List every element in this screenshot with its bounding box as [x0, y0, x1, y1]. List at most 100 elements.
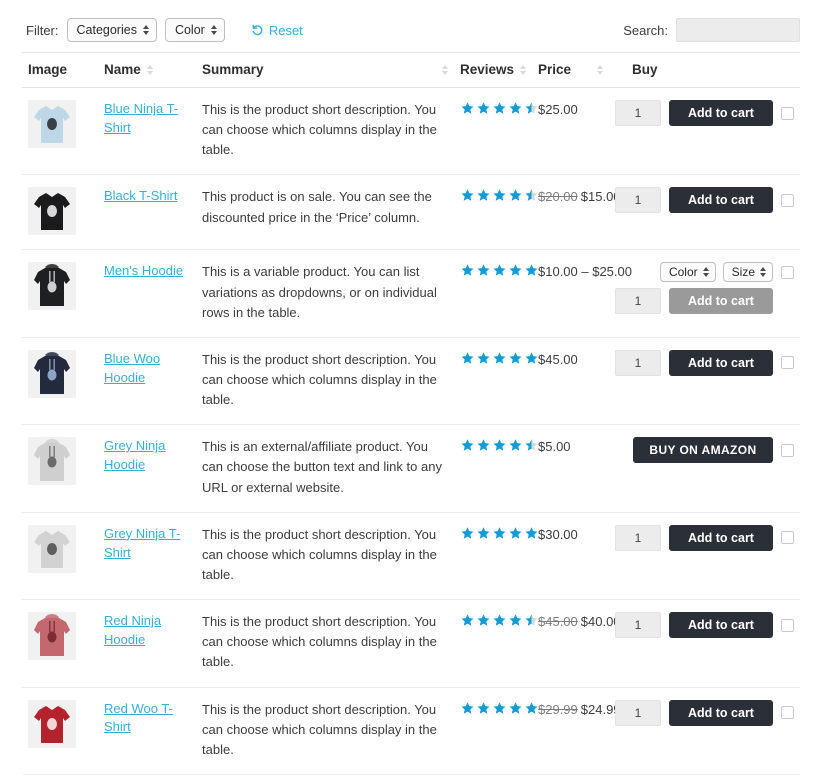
product-summary: This is the product short description. Y… [202, 612, 448, 672]
column-header-image-label: Image [28, 62, 67, 77]
buy-row: Add to cart [615, 525, 794, 551]
sort-icon[interactable] [147, 65, 153, 75]
quantity-input[interactable] [615, 612, 661, 638]
cell-price: $45.00$40.00 [532, 600, 626, 687]
cell-price: $30.00 [532, 512, 626, 599]
row-select-checkbox[interactable] [781, 194, 794, 207]
product-thumbnail[interactable] [28, 612, 76, 660]
reset-filters-button[interactable]: Reset [251, 23, 303, 38]
product-summary: This is the product short description. Y… [202, 700, 448, 760]
buy-external-button[interactable]: BUY ON AMAZON [633, 437, 773, 463]
table-body: Blue Ninja T-Shirt This is the product sh… [22, 88, 800, 775]
row-select-checkbox[interactable] [781, 356, 794, 369]
row-select-checkbox[interactable] [781, 444, 794, 457]
search-input[interactable] [676, 18, 800, 42]
cell-buy: Add to cart [626, 687, 800, 774]
column-header-reviews[interactable]: Reviews [454, 53, 532, 88]
variation-select-size-label: Size [732, 265, 755, 279]
cell-image [22, 250, 98, 337]
product-thumbnail[interactable] [28, 187, 76, 235]
add-to-cart-button[interactable]: Add to cart [669, 288, 773, 314]
buy-row: Add to cart [615, 288, 794, 314]
row-select-checkbox[interactable] [781, 706, 794, 719]
product-name-link[interactable]: Blue Woo Hoodie [104, 350, 190, 388]
cell-summary: This product is on sale. You can see the… [196, 175, 454, 250]
buy-cell: Add to cart [632, 350, 794, 376]
cell-price: $25.00 [532, 88, 626, 175]
table-row: Blue Woo HoodieThis is the product short… [22, 337, 800, 424]
price-original: $20.00 [538, 189, 578, 204]
add-to-cart-button[interactable]: Add to cart [669, 350, 773, 376]
cell-name: Men's Hoodie [98, 250, 196, 337]
product-name-link[interactable]: Grey Ninja Hoodie [104, 437, 190, 475]
rating-stars [460, 187, 539, 203]
row-select-checkbox[interactable] [781, 266, 794, 279]
product-thumbnail[interactable] [28, 100, 76, 148]
cell-name: Red Woo T-Shirt [98, 687, 196, 774]
price-original: $45.00 [538, 614, 578, 629]
product-thumbnail[interactable] [28, 437, 76, 485]
cell-name: Grey Ninja T-Shirt [98, 512, 196, 599]
variation-select-size[interactable]: Size [723, 262, 773, 282]
product-name-link[interactable]: Red Ninja Hoodie [104, 612, 190, 650]
quantity-input[interactable] [615, 100, 661, 126]
rating-stars [460, 525, 539, 541]
cell-name: Red Ninja Hoodie [98, 600, 196, 687]
sort-icon[interactable] [442, 65, 448, 75]
product-thumbnail[interactable] [28, 525, 76, 573]
cell-name: Grey Ninja Hoodie [98, 425, 196, 512]
product-name-link[interactable]: Red Woo T-Shirt [104, 700, 190, 738]
search-group: Search: [623, 18, 800, 42]
buy-row: Add to cart [615, 187, 794, 213]
add-to-cart-button[interactable]: Add to cart [669, 187, 773, 213]
buy-cell: Add to cart [632, 612, 794, 638]
add-to-cart-button[interactable]: Add to cart [669, 700, 773, 726]
variation-select-color[interactable]: Color [660, 262, 716, 282]
sort-icon[interactable] [520, 65, 526, 75]
row-select-checkbox[interactable] [781, 531, 794, 544]
row-select-checkbox[interactable] [781, 619, 794, 632]
product-name-link[interactable]: Black T-Shirt [104, 187, 177, 206]
quantity-input[interactable] [615, 288, 661, 314]
cell-price: $5.00 [532, 425, 626, 512]
buy-cell: Add to cart [632, 187, 794, 213]
quantity-input[interactable] [615, 187, 661, 213]
quantity-input[interactable] [615, 350, 661, 376]
filter-select-categories[interactable]: Categories [67, 18, 157, 43]
sort-icon[interactable] [597, 65, 603, 75]
cell-price: $45.00 [532, 337, 626, 424]
cell-summary: This is an external/affiliate product. Y… [196, 425, 454, 512]
add-to-cart-button[interactable]: Add to cart [669, 100, 773, 126]
cell-name: Black T-Shirt [98, 175, 196, 250]
product-name-link[interactable]: Blue Ninja T-Shirt [104, 100, 190, 138]
chevron-updown-icon [703, 267, 709, 277]
product-name-link[interactable]: Men's Hoodie [104, 262, 183, 281]
cell-name: Blue Woo Hoodie [98, 337, 196, 424]
variation-row: Color Size [660, 262, 794, 282]
filter-select-color[interactable]: Color [165, 18, 225, 43]
column-header-summary[interactable]: Summary [196, 53, 454, 88]
product-thumbnail[interactable] [28, 262, 76, 310]
add-to-cart-button[interactable]: Add to cart [669, 525, 773, 551]
filter-select-categories-label: Categories [77, 22, 137, 39]
cell-buy: Color Size Add to cart [626, 250, 800, 337]
column-header-price[interactable]: Price [532, 53, 626, 88]
product-thumbnail[interactable] [28, 350, 76, 398]
column-header-name-label: Name [104, 62, 141, 77]
product-name-link[interactable]: Grey Ninja T-Shirt [104, 525, 190, 563]
buy-row: Add to cart [615, 612, 794, 638]
cell-reviews [454, 175, 532, 250]
cell-summary: This is the product short description. Y… [196, 337, 454, 424]
row-select-checkbox[interactable] [781, 107, 794, 120]
quantity-input[interactable] [615, 700, 661, 726]
cell-buy: Add to cart [626, 337, 800, 424]
cell-reviews [454, 512, 532, 599]
column-header-name[interactable]: Name [98, 53, 196, 88]
price-value: $30.00 [538, 527, 578, 542]
quantity-input[interactable] [615, 525, 661, 551]
product-thumbnail[interactable] [28, 700, 76, 748]
add-to-cart-button[interactable]: Add to cart [669, 612, 773, 638]
cell-image [22, 337, 98, 424]
cell-summary: This is the product short description. Y… [196, 600, 454, 687]
column-header-image: Image [22, 53, 98, 88]
